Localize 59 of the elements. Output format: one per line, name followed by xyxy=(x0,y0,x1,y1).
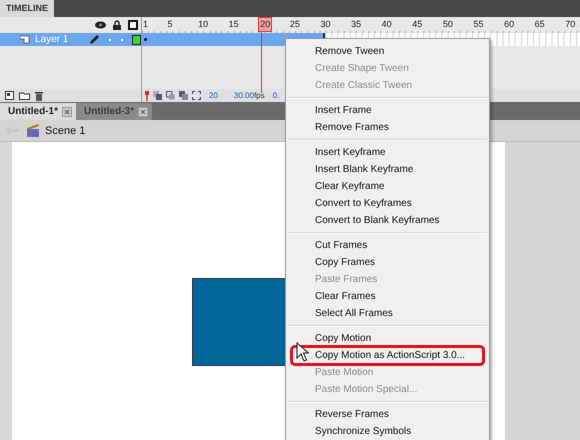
frame-number: 10 xyxy=(197,19,210,30)
frame-rate: 30.00 xyxy=(234,91,254,100)
lock-icon[interactable] xyxy=(113,20,121,30)
frame-number: 1 xyxy=(142,19,150,30)
fps-unit: fps xyxy=(254,91,265,100)
timeline-tab[interactable]: TIMELINE xyxy=(0,0,54,17)
menu-item[interactable]: Cut Frames xyxy=(314,237,487,254)
frame-number: 20 xyxy=(258,17,272,32)
onion-outline-icon[interactable] xyxy=(166,91,175,100)
outline-icon[interactable] xyxy=(128,20,138,30)
frame-number: 60 xyxy=(503,19,516,30)
frame-number: 35 xyxy=(350,19,362,30)
scene-label[interactable]: Scene 1 xyxy=(45,124,86,136)
frame-number: 5 xyxy=(166,19,174,30)
menu-item[interactable]: Copy Motion as ActionScript 3.0... xyxy=(292,347,483,364)
menu-item[interactable]: Copy Motion xyxy=(314,330,487,347)
frame-number: 30 xyxy=(319,19,332,30)
frame-number: 45 xyxy=(411,19,424,30)
clapperboard-icon xyxy=(26,124,40,137)
new-layer-icon[interactable] xyxy=(5,91,14,100)
elapsed-time: 0. xyxy=(272,91,280,100)
trash-icon[interactable] xyxy=(35,90,43,100)
menu-item[interactable]: Convert to Blank Keyframes xyxy=(314,212,487,229)
current-frame: 20 xyxy=(209,91,218,100)
frame-number: 15 xyxy=(228,19,240,30)
edit-frames-icon[interactable] xyxy=(179,91,188,100)
close-icon[interactable] xyxy=(138,106,148,116)
menu-item[interactable]: Remove Frames xyxy=(314,119,487,136)
tab-label[interactable]: Untitled-1* xyxy=(8,106,58,117)
menu-item[interactable]: Copy Frames xyxy=(314,254,487,271)
playhead-line[interactable] xyxy=(261,31,262,93)
onion-skin-icon[interactable] xyxy=(153,91,162,100)
frame-number: 25 xyxy=(288,19,301,30)
menu-item[interactable]: Clear Keyframe xyxy=(314,178,487,195)
frame-number: 70 xyxy=(564,19,576,30)
menu-item[interactable]: Select All Frames xyxy=(314,305,487,322)
playhead-icon[interactable] xyxy=(145,90,149,100)
menu-item[interactable]: Insert Blank Keyframe xyxy=(314,161,487,178)
close-icon[interactable] xyxy=(62,106,72,116)
cursor-icon xyxy=(296,342,309,362)
frame-number: 40 xyxy=(380,19,393,30)
pencil-icon xyxy=(88,34,99,44)
keyframe-dot xyxy=(144,38,147,41)
frame-number: 65 xyxy=(534,19,546,30)
menu-item[interactable]: Clear Frames xyxy=(314,288,487,305)
frame-number: 50 xyxy=(442,19,454,30)
menu-item[interactable]: Synchronize Symbols xyxy=(314,423,487,440)
document-tab[interactable]: Untitled-1* xyxy=(0,103,76,120)
eye-icon[interactable] xyxy=(95,21,106,29)
menu-item[interactable]: Insert Frame xyxy=(314,102,487,119)
folder-icon[interactable] xyxy=(19,92,30,100)
outline-color-swatch[interactable] xyxy=(132,34,141,44)
markers-icon[interactable] xyxy=(192,91,201,100)
frame-number: 55 xyxy=(472,19,484,30)
layer-icon xyxy=(20,35,30,44)
menu-item[interactable]: Reverse Frames xyxy=(314,406,487,423)
menu-item[interactable]: Remove Tween xyxy=(314,43,487,60)
menu-item[interactable]: Insert Keyframe xyxy=(314,144,487,161)
menu-item[interactable]: Convert to Keyframes xyxy=(314,195,487,212)
